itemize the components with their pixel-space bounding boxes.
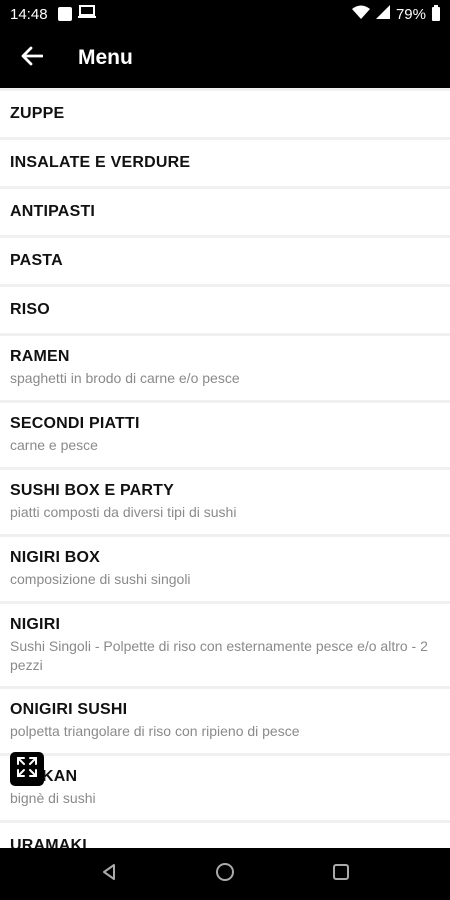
page-title: Menu <box>78 46 133 69</box>
menu-item-name: URAMAKI <box>10 837 87 848</box>
cast-icon <box>77 5 96 23</box>
menu-item-name: RISO <box>10 301 50 318</box>
menu-item-description: piatti composti da diversi tipi di sushi <box>10 504 237 520</box>
battery-percentage: 79% <box>395 5 426 23</box>
signal-icon <box>375 5 390 23</box>
menu-item-name: NIGIRI BOX <box>10 549 101 566</box>
nav-back-button[interactable] <box>86 851 132 897</box>
menu-item-ramen[interactable]: RAMEN spaghetti in brodo di carne e/o pe… <box>0 336 450 400</box>
menu-item-antipasti[interactable]: ANTIPASTI <box>0 189 450 235</box>
menu-item-nigiri[interactable]: NIGIRI Sushi Singoli - Polpette di riso … <box>0 604 450 686</box>
status-bar: 14:48 79% <box>0 0 450 28</box>
menu-item-description: composizione di sushi singoli <box>10 571 191 587</box>
menu-item-name: RAMEN <box>10 348 70 365</box>
app-bar: Menu <box>0 28 450 88</box>
menu-item-name: SUSHI BOX E PARTY <box>10 482 175 499</box>
menu-item-name: ONIGIRI SUSHI <box>10 701 128 718</box>
system-nav-bar <box>0 848 450 900</box>
menu-item-name: KAN <box>42 768 78 785</box>
menu-item-sushi-box[interactable]: SUSHI BOX E PARTY piatti composti da div… <box>0 470 450 534</box>
menu-item-description: polpetta triangolare di riso con ripieno… <box>10 723 300 739</box>
menu-item-zuppe[interactable]: ZUPPE <box>0 91 450 137</box>
menu-item-description: carne e pesce <box>10 437 98 453</box>
expand-icon <box>15 755 39 784</box>
circle-home-icon <box>215 862 235 887</box>
fullscreen-button[interactable] <box>10 752 44 786</box>
menu-item-description: Sushi Singoli - Polpette di riso con est… <box>10 637 428 673</box>
menu-item-nigiri-box[interactable]: NIGIRI BOX composizione di sushi singoli <box>0 537 450 601</box>
triangle-back-icon <box>100 863 118 886</box>
menu-item-name: NIGIRI <box>10 615 61 633</box>
menu-item-uramaki[interactable]: URAMAKI <box>0 823 450 848</box>
menu-item-name: ANTIPASTI <box>10 203 96 220</box>
battery-icon <box>432 5 440 21</box>
nav-recents-button[interactable] <box>318 851 364 897</box>
menu-item-description: spaghetti in brodo di carne e/o pesce <box>10 370 240 386</box>
menu-item-onigiri[interactable]: ONIGIRI SUSHI polpetta triangolare di ri… <box>0 689 450 753</box>
nav-home-button[interactable] <box>202 851 248 897</box>
back-button[interactable] <box>0 28 64 88</box>
menu-item-name: PASTA <box>10 252 63 269</box>
menu-list: ZUPPE INSALATE E VERDURE ANTIPASTI PASTA… <box>0 88 450 848</box>
notification-icon <box>57 7 72 21</box>
menu-item-name: SECONDI PIATTI <box>10 415 140 432</box>
menu-item-kan[interactable]: KAN bignè di sushi <box>0 756 450 820</box>
wifi-icon <box>351 5 370 23</box>
menu-item-insalate[interactable]: INSALATE E VERDURE <box>0 140 450 186</box>
menu-item-pasta[interactable]: PASTA <box>0 238 450 284</box>
menu-item-name: INSALATE E VERDURE <box>10 154 191 171</box>
menu-item-name: ZUPPE <box>10 105 65 122</box>
square-recents-icon <box>332 863 350 886</box>
status-time: 14:48 <box>10 5 48 23</box>
menu-item-description: bignè di sushi <box>10 790 96 806</box>
menu-item-secondi-piatti[interactable]: SECONDI PIATTI carne e pesce <box>0 403 450 467</box>
arrow-left-icon <box>21 46 44 71</box>
menu-item-riso[interactable]: RISO <box>0 287 450 333</box>
